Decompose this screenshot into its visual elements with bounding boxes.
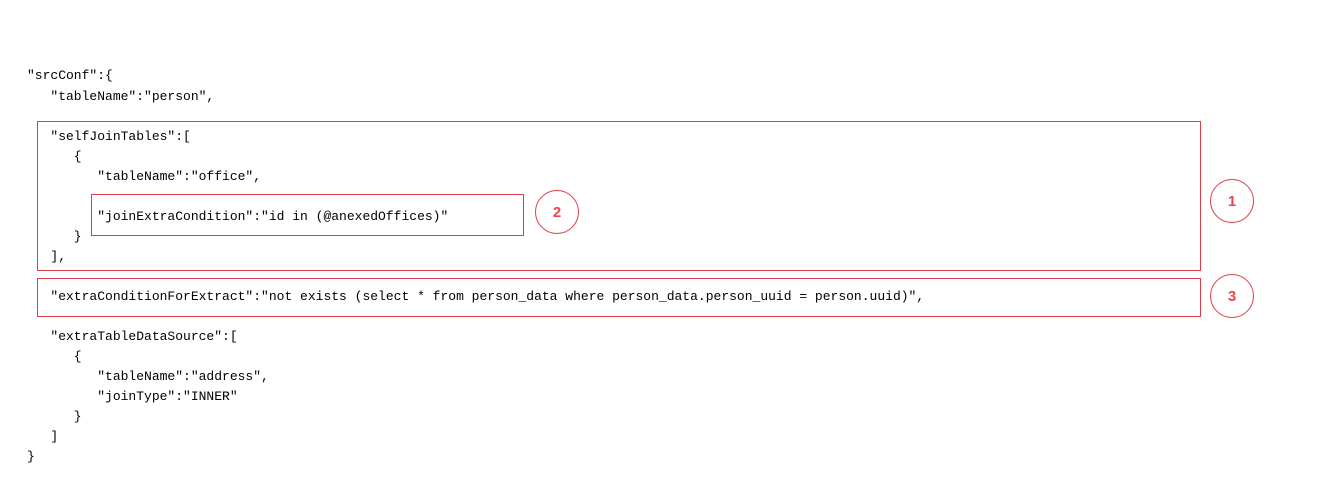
- annotation-badge-3: 3: [1210, 274, 1254, 318]
- code-line-extra-table-data-source: "extraTableDataSource":[: [27, 329, 238, 344]
- code-line-close-bracket-2: ]: [27, 429, 59, 444]
- annotation-box-2: [91, 194, 524, 236]
- code-line-join-type: "joinType":"INNER": [27, 389, 238, 404]
- code-line-table-name-person: "tableName":"person",: [27, 89, 215, 104]
- annotation-badge-1: 1: [1210, 179, 1254, 223]
- annotation-badge-2: 2: [535, 190, 579, 234]
- code-line-close-src-conf: }: [27, 449, 35, 464]
- annotation-box-3: [37, 278, 1201, 317]
- code-line-table-name-address: "tableName":"address",: [27, 369, 269, 384]
- code-line-src-conf: "srcConf":{: [27, 68, 113, 83]
- code-line-close-brace-2: }: [27, 409, 82, 424]
- code-line-open-brace-2: {: [27, 349, 82, 364]
